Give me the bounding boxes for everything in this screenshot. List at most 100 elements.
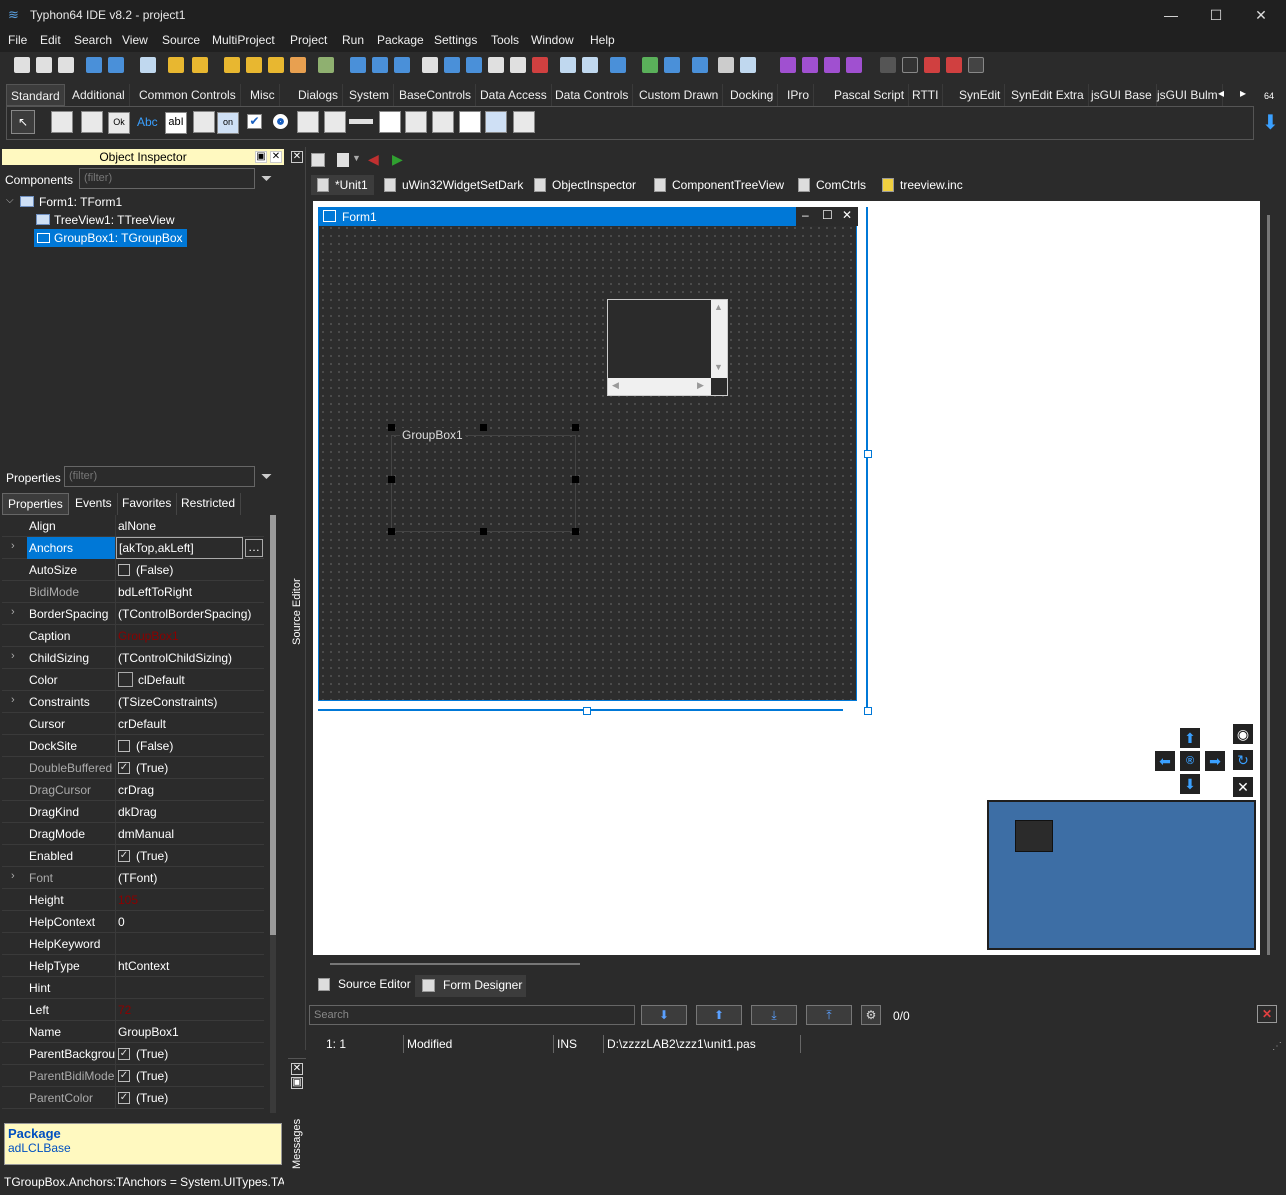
maximize-button[interactable]: ☐ [1201, 4, 1231, 26]
prop-value[interactable]: htContext [118, 959, 169, 973]
new-form-icon[interactable] [36, 57, 52, 73]
treeview1-control[interactable]: ▲ ▼ ◀ ▶ [607, 299, 728, 396]
download-arrow-icon[interactable]: ⬇ [1262, 110, 1279, 135]
expand-icon[interactable]: › [11, 694, 15, 706]
eye-icon[interactable]: ◉ [1233, 724, 1253, 744]
open-recent-icon[interactable] [108, 57, 124, 73]
listbox-icon[interactable] [297, 111, 319, 133]
menu-tools[interactable]: Tools [491, 33, 519, 47]
prop-row-name[interactable]: Name GroupBox1 [2, 1021, 264, 1043]
compare-dirs-icon[interactable] [582, 57, 598, 73]
editor-menu-icon[interactable] [311, 153, 325, 167]
settings-gear-icon[interactable] [780, 57, 796, 73]
package-open-icon[interactable] [192, 57, 208, 73]
prop-row-parentcolor[interactable]: ParentColor ✓ (True) [2, 1087, 264, 1109]
dropdown-icon[interactable]: ▼ [352, 153, 361, 163]
tab-custom-drawn[interactable]: Custom Drawn [635, 84, 724, 106]
scroll-down-icon[interactable]: ▼ [714, 362, 723, 372]
prop-row-parentbackground[interactable]: ParentBackgrou ✓ (True) [2, 1043, 264, 1065]
prop-value[interactable]: GroupBox1 [118, 629, 179, 643]
nav-up-icon[interactable]: ⬆ [1180, 728, 1200, 748]
menu-run[interactable]: Run [342, 33, 364, 47]
treeview-hscrollbar[interactable]: ◀ ▶ [608, 378, 711, 395]
prop-row-font[interactable]: › Font (TFont) [2, 867, 264, 889]
tab-properties[interactable]: Properties [2, 493, 69, 515]
save-as-icon[interactable] [394, 57, 410, 73]
tab-rtti[interactable]: RTTI [908, 84, 944, 106]
properties-filter-input[interactable]: (filter) [64, 466, 255, 487]
deploy-icon[interactable] [642, 57, 658, 73]
menu-search[interactable]: Search [74, 33, 112, 47]
scroll-left-icon[interactable]: ◀ [612, 380, 619, 391]
nav-right-icon[interactable]: ➡ [1205, 751, 1225, 771]
prop-row-constraints[interactable]: › Constraints (TSizeConstraints) [2, 691, 264, 713]
toggle-box-icon[interactable]: on [217, 112, 239, 134]
close-icon[interactable]: ✕ [291, 151, 303, 163]
button-icon[interactable]: Ok [108, 112, 130, 134]
tab-componenttreeview[interactable]: ComponentTreeView [648, 175, 790, 195]
nav-left-icon[interactable]: ⬅ [1155, 751, 1175, 771]
nav-down-icon[interactable]: ⬇ [1180, 774, 1200, 794]
prop-value[interactable]: (TFont) [118, 871, 157, 885]
search-options-gear-icon[interactable]: ⚙ [861, 1005, 881, 1025]
tab-pascal-script[interactable]: Pascal Script [830, 84, 910, 106]
tab-objectinspector[interactable]: ObjectInspector [528, 175, 642, 195]
prop-row-parentbidimode[interactable]: ParentBidiMode ✓ (True) [2, 1065, 264, 1087]
tab-basecontrols[interactable]: BaseControls [395, 84, 477, 106]
scroll-left-icon[interactable]: ◂ [1218, 86, 1224, 100]
tab-jsgui-base[interactable]: jsGUI Base [1087, 84, 1157, 106]
prop-value[interactable]: clDefault [138, 673, 185, 687]
build-icon[interactable] [318, 57, 334, 73]
expand-icon[interactable]: › [11, 650, 15, 662]
book-icon[interactable] [692, 57, 708, 73]
toggle-form-icon[interactable] [422, 57, 438, 73]
tab-standard[interactable]: Standard [6, 84, 65, 106]
radio-button-icon[interactable] [273, 114, 288, 129]
refresh-icon[interactable]: ↻ [1233, 750, 1253, 770]
tab-data-access[interactable]: Data Access [476, 84, 552, 106]
prop-row-bidimode[interactable]: BidiMode bdLeftToRight [2, 581, 264, 603]
combobox-icon[interactable] [324, 111, 346, 133]
find-last-button[interactable]: ⤓ [751, 1005, 797, 1025]
find-icon[interactable] [140, 57, 156, 73]
selection-handle[interactable] [480, 528, 487, 535]
pin-icon[interactable]: ▣ [255, 151, 267, 163]
tools-icon[interactable] [718, 57, 734, 73]
messages-label[interactable]: Messages [291, 1119, 303, 1169]
designer-hscrollbar[interactable] [313, 955, 1260, 970]
size-grip-icon[interactable]: ⋰ [1272, 1041, 1282, 1052]
messages-area[interactable] [306, 1058, 1286, 1195]
window-list-icon[interactable] [488, 57, 504, 73]
scroll-right-icon[interactable]: ▸ [1240, 86, 1246, 100]
expand-icon[interactable]: › [11, 606, 15, 618]
close-button[interactable]: ✕ [1246, 4, 1276, 26]
prop-value[interactable]: alNone [118, 519, 156, 533]
actionlist-icon[interactable] [513, 111, 535, 133]
step-over-icon[interactable] [946, 57, 962, 73]
selection-handle[interactable] [388, 476, 395, 483]
tab-events[interactable]: Events [70, 493, 118, 515]
prop-row-autosize[interactable]: AutoSize (False) [2, 559, 264, 581]
menu-source[interactable]: Source [162, 33, 200, 47]
expand-icon[interactable]: › [11, 540, 15, 552]
pause-icon[interactable] [880, 57, 896, 73]
prop-value[interactable]: crDrag [118, 783, 154, 797]
prop-row-anchors[interactable]: › Anchors [akTop,akLeft]… [2, 537, 264, 559]
tab-uwin32widgetsetdark[interactable]: uWin32WidgetSetDark [378, 175, 529, 195]
tab-dialogs[interactable]: Dialogs [294, 84, 344, 106]
step-out-icon[interactable] [968, 57, 984, 73]
find-first-button[interactable]: ⤒ [806, 1005, 852, 1025]
scrollbar-icon[interactable] [349, 119, 373, 124]
step-into-icon[interactable] [924, 57, 940, 73]
resize-handle-right[interactable] [864, 450, 872, 458]
package-run-icon[interactable] [290, 57, 306, 73]
tree-item-treeview1[interactable]: TreeView1: TTreeView [54, 211, 175, 229]
tab-restricted[interactable]: Restricted [176, 493, 242, 515]
scroll-right-icon[interactable]: ▶ [697, 380, 704, 391]
popup-menu-icon[interactable] [81, 111, 103, 133]
main-menu-icon[interactable] [51, 111, 73, 133]
tools-icon[interactable]: ✕ [1233, 777, 1253, 797]
prop-value[interactable]: dkDrag [118, 805, 157, 819]
checkbox[interactable]: ✓ [118, 1070, 130, 1082]
memo-icon[interactable] [193, 111, 215, 133]
